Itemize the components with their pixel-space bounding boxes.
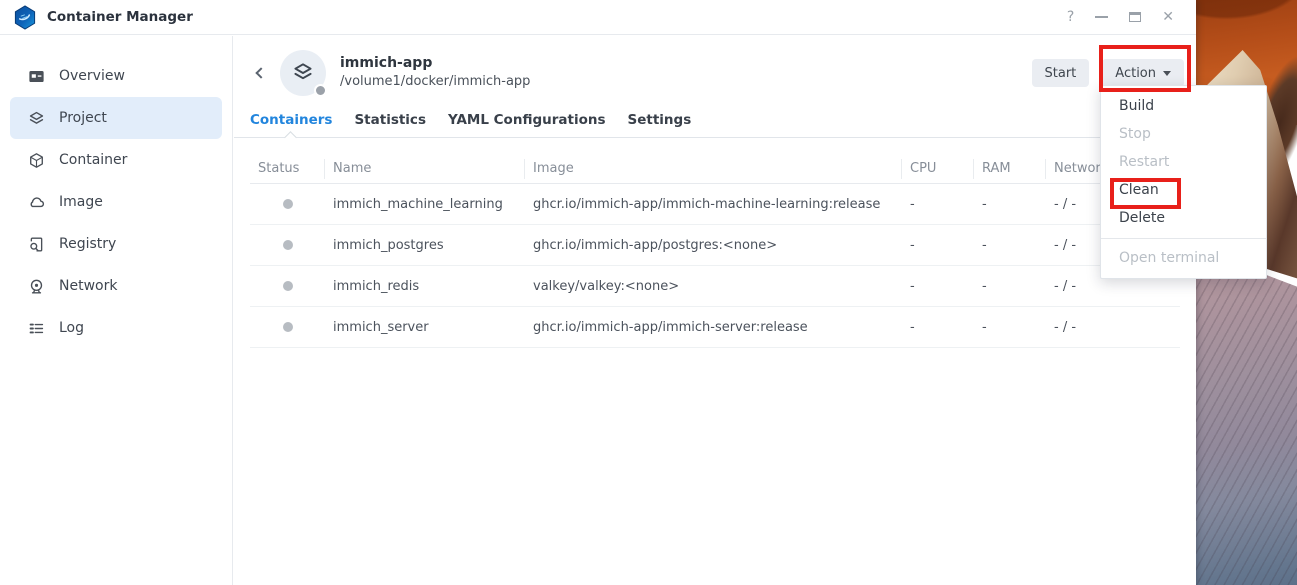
minimize-icon[interactable]	[1095, 16, 1108, 18]
status-dot-icon	[283, 199, 293, 209]
app-title: Container Manager	[47, 9, 193, 25]
app-logo-icon	[13, 5, 37, 30]
menu-item-delete[interactable]: Delete	[1101, 204, 1266, 232]
container-ram: -	[974, 238, 1046, 253]
sidebar-item-label: Network	[59, 278, 117, 294]
sidebar: Overview Project Container	[0, 36, 233, 585]
chevron-down-icon	[1163, 71, 1171, 76]
container-image: ghcr.io/immich-app/postgres:<none>	[525, 238, 902, 253]
back-button[interactable]	[250, 58, 272, 88]
layers-icon	[290, 60, 316, 86]
sidebar-item-registry[interactable]: Registry	[10, 223, 222, 265]
menu-item-build[interactable]: Build	[1101, 92, 1266, 120]
sidebar-item-network[interactable]: Network	[10, 265, 222, 307]
status-dot-icon	[283, 281, 293, 291]
sidebar-item-project[interactable]: Project	[10, 97, 222, 139]
image-icon	[27, 193, 46, 212]
screen: Container Manager ? ✕ Overview	[0, 0, 1297, 585]
container-network: - / -	[1046, 279, 1180, 294]
table-row[interactable]: immich_server ghcr.io/immich-app/immich-…	[250, 307, 1180, 348]
project-titles: immich-app /volume1/docker/immich-app	[340, 54, 530, 91]
project-header: immich-app /volume1/docker/immich-app St…	[234, 36, 1196, 96]
close-icon[interactable]: ✕	[1162, 10, 1174, 24]
project-status-badge	[314, 84, 327, 97]
sidebar-item-container[interactable]: Container	[10, 139, 222, 181]
sidebar-item-label: Image	[59, 194, 103, 210]
container-cpu: -	[902, 238, 974, 253]
project-name: immich-app	[340, 54, 530, 72]
container-image: ghcr.io/immich-app/immich-machine-learni…	[525, 197, 902, 212]
action-button[interactable]: Action	[1102, 59, 1184, 87]
maximize-icon[interactable]	[1129, 12, 1141, 22]
wallpaper-mauve-rock	[1196, 238, 1297, 585]
column-header-status[interactable]: Status	[250, 159, 325, 179]
table-row[interactable]: immich_machine_learning ghcr.io/immich-a…	[250, 184, 1180, 225]
registry-icon	[27, 235, 46, 254]
sidebar-item-label: Log	[59, 320, 84, 336]
sidebar-item-overview[interactable]: Overview	[10, 55, 222, 97]
container-name: immich_machine_learning	[325, 197, 525, 212]
column-header-cpu[interactable]: CPU	[902, 159, 974, 179]
status-dot-icon	[283, 240, 293, 250]
container-name: immich_redis	[325, 279, 525, 294]
overview-icon	[27, 67, 46, 86]
menu-divider	[1101, 238, 1266, 239]
container-ram: -	[974, 279, 1046, 294]
column-header-name[interactable]: Name	[325, 159, 525, 179]
sidebar-item-image[interactable]: Image	[10, 181, 222, 223]
sidebar-item-label: Overview	[59, 68, 125, 84]
tab-yaml-configurations[interactable]: YAML Configurations	[448, 105, 606, 137]
menu-item-stop: Stop	[1101, 120, 1266, 148]
container-image: valkey/valkey:<none>	[525, 279, 902, 294]
sidebar-item-label: Project	[59, 110, 107, 126]
sidebar-item-label: Container	[59, 152, 127, 168]
network-icon	[27, 277, 46, 296]
column-header-ram[interactable]: RAM	[974, 159, 1046, 179]
container-cpu: -	[902, 279, 974, 294]
log-icon	[27, 319, 46, 338]
project-icon	[27, 109, 46, 128]
column-header-image[interactable]: Image	[525, 159, 902, 179]
container-manager-window: Container Manager ? ✕ Overview	[0, 0, 1196, 585]
container-ram: -	[974, 197, 1046, 212]
container-image: ghcr.io/immich-app/immich-server:release	[525, 320, 902, 335]
container-name: immich_postgres	[325, 238, 525, 253]
menu-item-clean[interactable]: Clean	[1101, 176, 1266, 204]
chevron-left-icon	[255, 67, 266, 78]
titlebar: Container Manager ? ✕	[0, 0, 1196, 35]
main-content: immich-app /volume1/docker/immich-app St…	[234, 36, 1196, 585]
container-name: immich_server	[325, 320, 525, 335]
menu-item-restart: Restart	[1101, 148, 1266, 176]
tab-settings[interactable]: Settings	[628, 105, 692, 137]
tab-statistics[interactable]: Statistics	[354, 105, 426, 137]
action-button-label: Action	[1115, 66, 1156, 81]
tab-bar: Containers Statistics YAML Configuration…	[234, 105, 1196, 138]
status-dot-icon	[283, 322, 293, 332]
table-header: Status Name Image CPU RAM Network	[250, 155, 1180, 184]
containers-table: Status Name Image CPU RAM Network immich…	[250, 155, 1180, 348]
table-row[interactable]: immich_postgres ghcr.io/immich-app/postg…	[250, 225, 1180, 266]
container-cpu: -	[902, 320, 974, 335]
start-button[interactable]: Start	[1032, 59, 1090, 87]
table-row[interactable]: immich_redis valkey/valkey:<none> - - - …	[250, 266, 1180, 307]
container-network: - / -	[1046, 320, 1180, 335]
container-ram: -	[974, 320, 1046, 335]
sidebar-item-log[interactable]: Log	[10, 307, 222, 349]
container-cpu: -	[902, 197, 974, 212]
menu-item-open-terminal: Open terminal	[1101, 244, 1266, 272]
project-path: /volume1/docker/immich-app	[340, 73, 530, 92]
container-icon	[27, 151, 46, 170]
sidebar-item-label: Registry	[59, 236, 116, 252]
help-icon[interactable]: ?	[1067, 10, 1074, 24]
project-avatar	[280, 50, 326, 96]
window-controls: ? ✕	[1067, 10, 1196, 24]
action-dropdown-menu: Build Stop Restart Clean Delete Open ter…	[1100, 85, 1267, 279]
